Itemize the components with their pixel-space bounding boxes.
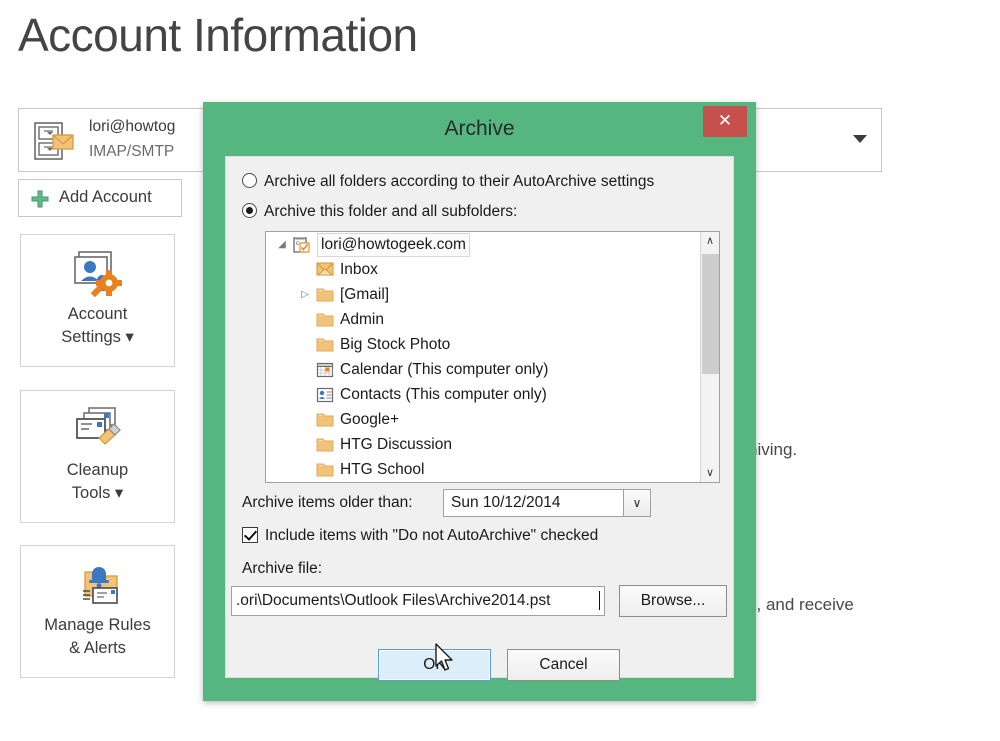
manage-rules-and-alerts-button[interactable]: Manage Rules & Alerts	[20, 545, 175, 678]
tree-item-big-stock-photo[interactable]: Big Stock Photo	[266, 332, 719, 357]
archive-date-field[interactable]: Sun 10/12/2014 ∨	[443, 489, 651, 517]
tree-item-calendar[interactable]: Calendar (This computer only)	[266, 357, 719, 382]
archive-dialog: Archive ✕ Archive all folders according …	[203, 102, 756, 701]
add-account-label: Add Account	[59, 188, 152, 207]
folder-icon	[316, 411, 335, 427]
calendar-icon	[316, 361, 335, 377]
archive-file-value: .ori\Documents\Outlook Files\Archive2014…	[236, 592, 550, 610]
plus-icon	[31, 190, 49, 208]
inbox-icon	[316, 261, 335, 277]
scroll-up-icon[interactable]: ∧	[701, 232, 719, 250]
mail-account-icon: c	[293, 236, 312, 252]
browse-button[interactable]: Browse...	[619, 585, 727, 617]
cleanup-tools-label-line1: Cleanup	[67, 461, 128, 479]
text-caret	[599, 591, 600, 610]
account-email: lori@howtog	[89, 118, 175, 136]
account-protocol: IMAP/SMTP	[89, 143, 174, 161]
tree-item-partially-visible[interactable]	[266, 482, 719, 483]
archive-items-older-than-label: Archive items older than:	[242, 494, 413, 512]
chevron-down-icon[interactable]	[853, 135, 867, 143]
cleanup-tools-icon	[71, 405, 125, 453]
folder-list-scrollbar[interactable]: ∧ ∨	[700, 232, 719, 482]
tree-item-label: Contacts (This computer only)	[340, 382, 547, 407]
tree-item-label: Inbox	[340, 257, 378, 282]
checkbox-checked-icon	[242, 527, 258, 543]
account-settings-icon	[71, 249, 125, 297]
include-do-not-autoarchive-label: Include items with "Do not AutoArchive" …	[265, 527, 598, 544]
folder-icon	[316, 311, 335, 327]
archive-date-value: Sun 10/12/2014	[451, 494, 560, 512]
cleanup-tools-label-line2: Tools	[72, 484, 111, 502]
dropdown-caret-icon[interactable]: ▾	[121, 328, 134, 346]
folder-tree-listbox[interactable]: ◢ c lori@howtogeek.com	[265, 231, 720, 483]
close-icon[interactable]: ✕	[703, 106, 747, 137]
radio-archive-all-folders-label: Archive all folders according to their A…	[264, 173, 654, 190]
radio-archive-this-folder[interactable]: Archive this folder and all subfolders:	[242, 203, 517, 221]
tree-item-inbox[interactable]: Inbox	[266, 257, 719, 282]
include-do-not-autoarchive-checkbox[interactable]: Include items with "Do not AutoArchive" …	[242, 527, 598, 545]
manage-rules-icon	[71, 560, 125, 608]
scrollbar-thumb[interactable]	[702, 254, 719, 374]
dropdown-caret-icon[interactable]: ▾	[110, 484, 123, 502]
radio-archive-all-folders[interactable]: Archive all folders according to their A…	[242, 173, 654, 191]
manage-rules-label-line1: Manage Rules	[44, 616, 150, 634]
folder-icon	[316, 436, 335, 452]
page-title: Account Information	[18, 8, 418, 62]
tree-item-htg-discussion[interactable]: HTG Discussion	[266, 432, 719, 457]
contacts-icon	[316, 386, 335, 402]
ok-button[interactable]: OK	[378, 649, 491, 681]
cancel-button[interactable]: Cancel	[507, 649, 620, 681]
manage-rules-label: Manage Rules & Alerts	[21, 614, 174, 672]
scroll-down-icon[interactable]: ∨	[701, 464, 719, 482]
account-settings-label: Account Settings ▾	[21, 303, 174, 361]
manage-rules-label-line2: & Alerts	[69, 639, 126, 657]
tree-item-label: lori@howtogeek.com	[317, 233, 470, 257]
radio-checked-icon	[242, 203, 257, 218]
tree-item-label: HTG Discussion	[340, 432, 452, 457]
account-summary-box[interactable]: lori@howtog IMAP/SMTP	[18, 108, 204, 172]
tree-item-label: Google+	[340, 407, 399, 432]
folder-icon	[316, 461, 335, 477]
account-settings-button[interactable]: Account Settings ▾	[20, 234, 175, 367]
add-account-button[interactable]: Add Account	[18, 179, 182, 217]
account-settings-label-line1: Account	[68, 305, 128, 323]
cleanup-tools-label: Cleanup Tools ▾	[21, 459, 174, 517]
tree-item-label: Admin	[340, 307, 384, 332]
account-mail-icon	[33, 121, 75, 161]
body-text-fragment-receive: s, and receive	[748, 595, 854, 615]
chevron-down-icon[interactable]: ∨	[623, 489, 651, 517]
cleanup-tools-button[interactable]: Cleanup Tools ▾	[20, 390, 175, 523]
radio-unchecked-icon	[242, 173, 257, 188]
expand-triangle-icon[interactable]: ▷	[298, 282, 312, 307]
dialog-title: Archive	[203, 117, 756, 141]
tree-item-gmail[interactable]: ▷ [Gmail]	[266, 282, 719, 307]
tree-item-admin[interactable]: Admin	[266, 307, 719, 332]
radio-archive-this-folder-label: Archive this folder and all subfolders:	[264, 203, 517, 220]
tree-item-label: Calendar (This computer only)	[340, 357, 548, 382]
dialog-titlebar[interactable]: Archive ✕	[203, 102, 756, 156]
svg-text:c: c	[296, 241, 299, 247]
collapse-triangle-icon[interactable]: ◢	[275, 232, 289, 257]
tree-item-htg-school[interactable]: HTG School	[266, 457, 719, 482]
tree-item-label: Big Stock Photo	[340, 332, 450, 357]
account-settings-label-line2: Settings	[61, 328, 121, 346]
folder-icon	[316, 286, 335, 302]
archive-file-input[interactable]: .ori\Documents\Outlook Files\Archive2014…	[231, 586, 605, 616]
tree-item-account-root[interactable]: ◢ c lori@howtogeek.com	[266, 232, 719, 257]
tree-item-google-plus[interactable]: Google+	[266, 407, 719, 432]
folder-icon	[316, 336, 335, 352]
tree-item-label: [Gmail]	[340, 282, 389, 307]
tree-item-label: HTG School	[340, 457, 424, 482]
dialog-body: Archive all folders according to their A…	[225, 156, 734, 678]
tree-item-contacts[interactable]: Contacts (This computer only)	[266, 382, 719, 407]
archive-file-label: Archive file:	[242, 560, 322, 578]
